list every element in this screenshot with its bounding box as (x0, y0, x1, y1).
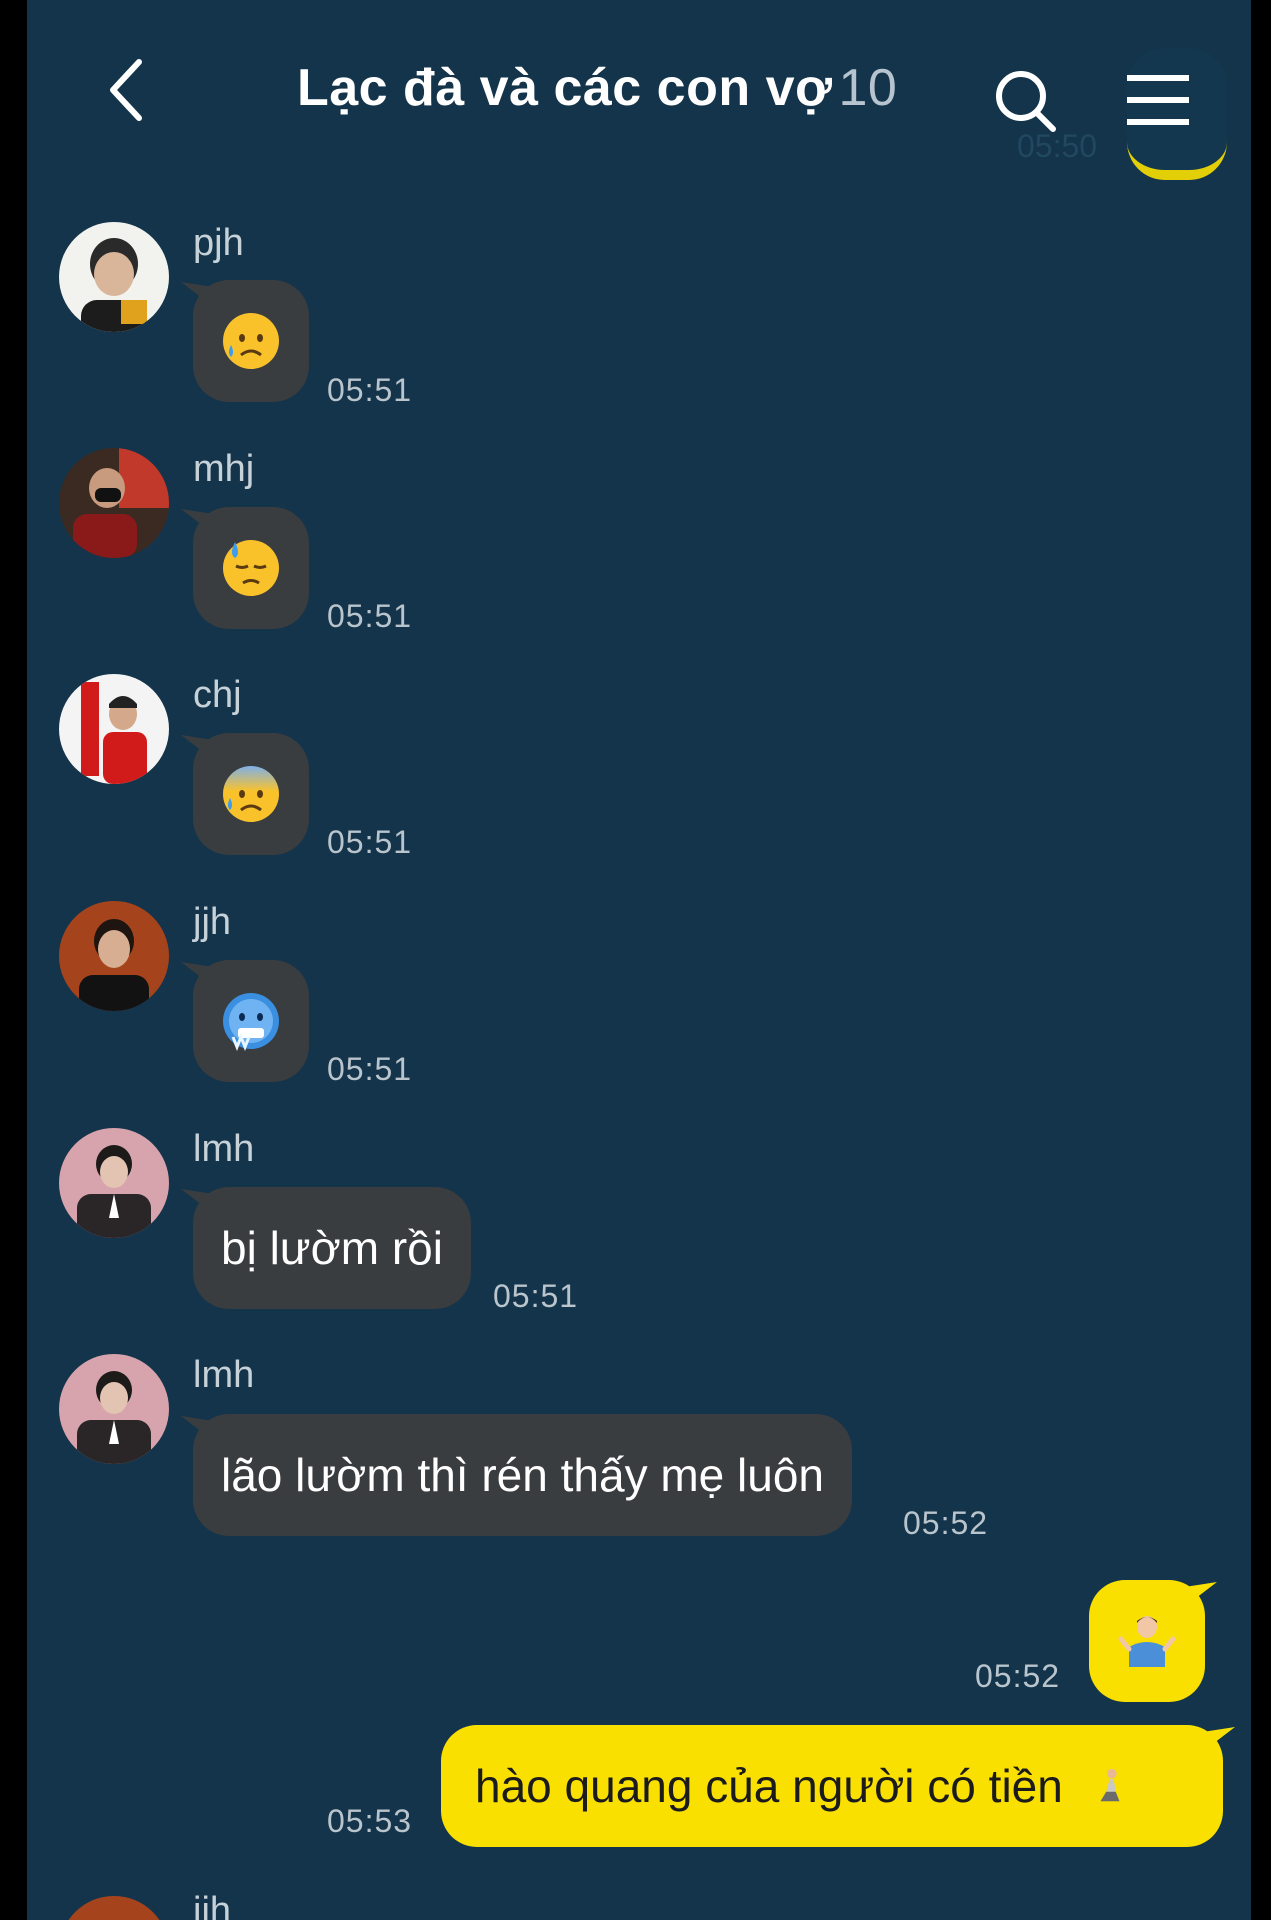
message-bubble[interactable]: bị lườm rồi (193, 1187, 471, 1309)
sender-name: mhj (193, 448, 255, 490)
avatar-image (59, 1354, 169, 1464)
sender-name: chj (193, 674, 242, 716)
chat-title: Lạc đà và các con vợ 10 (297, 58, 897, 118)
back-button[interactable] (87, 50, 167, 130)
cold-face-emoji-icon (223, 993, 279, 1051)
sender-name: pjh (193, 222, 244, 264)
sad-relieved-face-emoji-icon (223, 313, 279, 369)
avatar-image (59, 901, 169, 1011)
sender-name: lmh (193, 1128, 255, 1170)
message-time: 05:51 (327, 824, 413, 860)
chevron-left-icon (110, 59, 142, 121)
message-time: 05:52 (975, 1658, 1061, 1694)
message-time: 05:51 (327, 372, 413, 408)
avatar-image (59, 222, 169, 332)
sender-name: jjh (193, 1890, 232, 1920)
avatar[interactable] (59, 1128, 169, 1238)
avatar-image (59, 1128, 169, 1238)
member-count: 10 (838, 59, 898, 117)
message-bubble[interactable] (193, 733, 309, 855)
avatar[interactable] (59, 901, 169, 1011)
sender-name: lmh (193, 1354, 255, 1396)
message-time: 05:51 (493, 1278, 579, 1314)
person-shrugging-emoji-icon (1118, 1616, 1176, 1667)
chat-title-text: Lạc đà và các con vợ (297, 59, 833, 117)
downcast-face-with-sweat-emoji-icon (223, 540, 279, 596)
menu-button[interactable] (1117, 60, 1197, 140)
avatar[interactable] (59, 222, 169, 332)
message-bubble[interactable]: lão lườm thì rén thấy mẹ luôn (193, 1414, 853, 1536)
avatar[interactable] (59, 674, 169, 784)
message-text: hào quang của người có tiền (475, 1760, 1063, 1812)
anxious-face-with-sweat-emoji-icon (223, 766, 279, 822)
avatar[interactable] (59, 1896, 169, 1920)
message-bubble[interactable] (1089, 1580, 1205, 1702)
chat-screen: 05:50 Lạc đà và các con vợ 10 pjh 05:51 … (27, 0, 1251, 1920)
message-time: 05:53 (327, 1803, 413, 1839)
avatar[interactable] (59, 1354, 169, 1464)
message-time: 05:52 (903, 1505, 989, 1541)
search-button[interactable] (987, 60, 1067, 140)
message-bubble[interactable] (193, 280, 309, 402)
message-time: 05:51 (327, 1051, 413, 1087)
avatar[interactable] (59, 448, 169, 558)
avatar-image (59, 448, 169, 558)
message-text: bị lườm rồi (221, 1222, 443, 1274)
message-text: lão lườm thì rén thấy mẹ luôn (221, 1449, 825, 1501)
message-bubble[interactable]: hào quang của người có tiền (441, 1725, 1223, 1847)
message-time: 05:51 (327, 598, 413, 634)
message-bubble[interactable] (193, 507, 309, 629)
person-kneeling-emoji-icon (1100, 1768, 1120, 1802)
avatar-image (59, 674, 169, 784)
chat-header: 05:50 Lạc đà và các con vợ 10 (27, 0, 1251, 180)
message-bubble[interactable] (193, 960, 309, 1082)
sender-name: jjh (193, 901, 232, 943)
search-icon (996, 71, 1056, 132)
hamburger-menu-icon (1127, 75, 1189, 125)
